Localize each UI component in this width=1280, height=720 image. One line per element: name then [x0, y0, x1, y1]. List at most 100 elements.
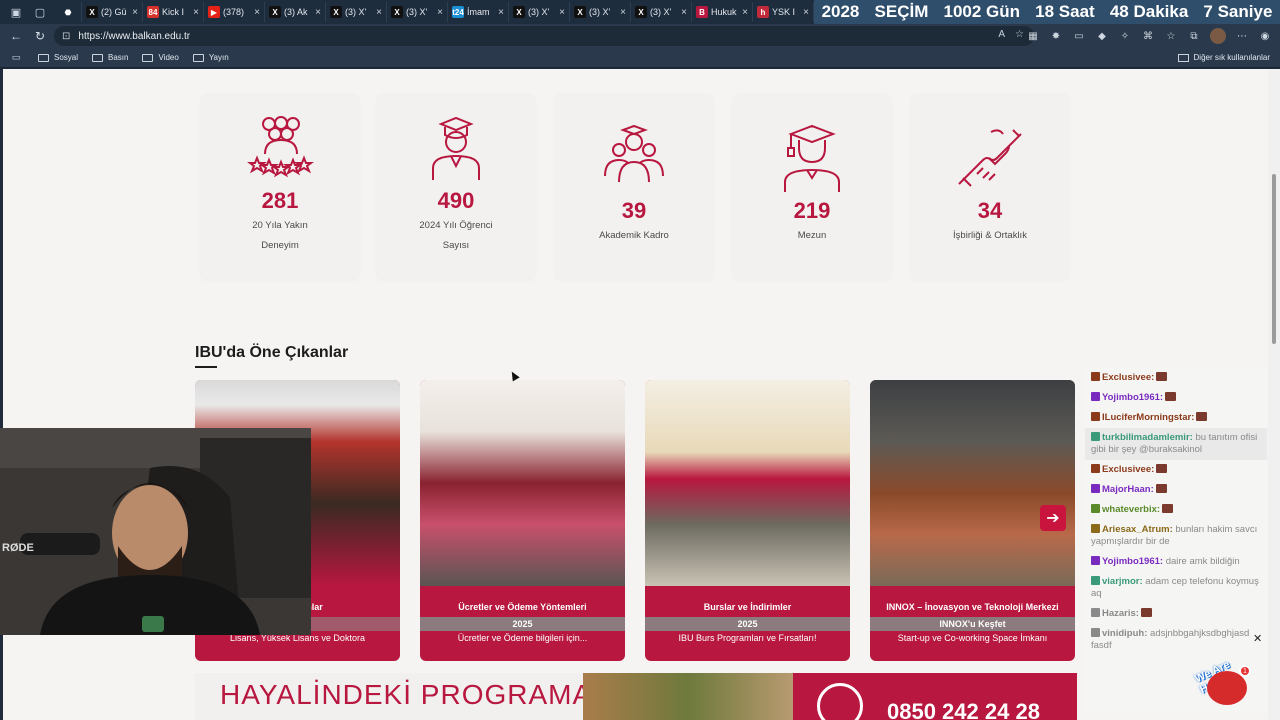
card-description: Ücretler ve Ödeme bilgileri için... [457, 633, 588, 643]
chat-username[interactable]: MajorHaan: [1102, 484, 1154, 495]
highlight-card[interactable]: Burslar ve İndirimler 2025 IBU Burs Prog… [645, 380, 850, 661]
tab-close-icon[interactable]: × [803, 7, 809, 18]
bookmark-folder[interactable]: Sosyal [38, 53, 78, 62]
highlight-card[interactable]: ➔ INNOX – İnovasyon ve Teknoloji Merkezi… [870, 380, 1075, 661]
collections-icon[interactable]: ⧉ [1187, 29, 1201, 43]
page-scrollbar[interactable] [1268, 69, 1280, 720]
emote-icon [1165, 392, 1177, 401]
stat-card: 281 20 Yıla Yakın Deneyim [201, 94, 359, 279]
scrollbar-thumb[interactable] [1272, 174, 1276, 344]
tab-close-icon[interactable]: × [132, 7, 138, 18]
chat-username[interactable]: Yojimbo1961: [1102, 556, 1163, 567]
tab-close-icon[interactable]: × [559, 7, 565, 18]
carousel-next-button[interactable]: ➔ [1040, 505, 1066, 531]
browser-tab[interactable]: h YSK I × [753, 2, 814, 22]
extension-icon[interactable]: ✸ [1049, 29, 1063, 43]
highlight-card[interactable]: Ücretler ve Ödeme Yöntemleri 2025 Ücretl… [420, 380, 625, 661]
tab-favicon-icon: t24 [452, 6, 464, 18]
browser-tab[interactable]: ⬣ [58, 2, 82, 22]
screen: ▣ ▢ ⬣ X (2) Gü × 84 Kick I × ▶ (378) × X (3) Ak × X (3… [0, 0, 1280, 720]
extensions-puzzle-icon[interactable]: ✧ [1118, 29, 1132, 43]
tab-close-icon[interactable]: × [254, 7, 260, 18]
bookmark-folder[interactable]: Yayın [192, 53, 229, 62]
stat-label: Akademik Kadro [599, 230, 669, 241]
stat-card: 219 Mezun [733, 94, 891, 279]
chat-username[interactable]: viarjmor: [1102, 576, 1143, 587]
program-banner[interactable]: HAYALİNDEKİ PROGRAMA 0850 242 24 28 [195, 673, 1077, 720]
chat-username[interactable]: Yojimbo1961: [1102, 392, 1163, 403]
graduate-icon [784, 124, 840, 192]
browser-tab[interactable]: ▶ (378) × [204, 2, 265, 22]
tab-close-icon[interactable]: × [681, 7, 687, 18]
tab-favicon-icon: X [391, 6, 403, 18]
tab-favicon-icon: X [269, 6, 281, 18]
chat-message: Exclusivee: [1085, 368, 1267, 388]
bookmark-label: Yayın [208, 53, 229, 62]
tab-close-icon[interactable]: × [193, 7, 199, 18]
bookmark-folder[interactable]: Basın [92, 53, 128, 62]
browser-tab[interactable]: X (3) X' × [387, 2, 448, 22]
browser-tab[interactable]: t24 İmam × [448, 2, 509, 22]
browser-tab[interactable]: X (3) X' × [631, 2, 692, 22]
extension-icon[interactable]: ▭ [1072, 29, 1086, 43]
read-aloud-icon[interactable]: A [998, 29, 1005, 40]
more-menu-icon[interactable]: ⋯ [1235, 29, 1249, 43]
browser-tab[interactable]: X (2) Gü × [82, 2, 143, 22]
tab-label: İmam [467, 7, 490, 17]
chat-username[interactable]: whateverbix: [1102, 504, 1160, 515]
tab-strip: ▣ ▢ ⬣ X (2) Gü × 84 Kick I × ▶ (378) × X (3) Ak × X (3… [0, 0, 1280, 24]
browser-tab[interactable]: B Hukuk × [692, 2, 753, 22]
browser-tab[interactable]: X (3) Ak × [265, 2, 326, 22]
streamer-webcam: RØDE [0, 428, 311, 635]
favorite-star-icon[interactable]: ☆ [1015, 29, 1024, 40]
user-badge-icon [1091, 432, 1100, 441]
stat-value: 34 [977, 198, 1003, 223]
tab-favicon-icon: ⬣ [62, 6, 74, 18]
folder-icon [192, 53, 204, 62]
lock-icon: ⊡ [62, 30, 71, 42]
chat-username[interactable]: vinidipuh: [1102, 628, 1147, 639]
stat-label: İşbirliği & Ortaklık [953, 230, 1027, 241]
group-stars-icon [247, 116, 314, 178]
chat-message: viarjmor: adam cep telefonu koymuş aq [1085, 572, 1267, 604]
tab-close-icon[interactable]: × [620, 7, 626, 18]
tab-close-icon[interactable]: × [315, 7, 321, 18]
tab-close-icon[interactable]: × [498, 7, 504, 18]
countdown-part: SEÇİM [874, 2, 929, 21]
workspaces-icon[interactable]: ▣ [8, 4, 24, 20]
extension-icon[interactable]: ▦ [1026, 29, 1040, 43]
chat-username[interactable]: turkbilimadamlemir: [1102, 432, 1193, 443]
chat-username[interactable]: Exclusivee: [1102, 372, 1154, 383]
favorites-panel-icon[interactable]: ▭ [8, 50, 24, 66]
bookmark-folder[interactable]: Video [142, 53, 179, 62]
stat-value: 281 [261, 188, 299, 213]
other-bookmarks[interactable]: Diğer sık kullanılanlar [1177, 53, 1270, 62]
tab-close-icon[interactable]: × [376, 7, 382, 18]
user-badge-icon [1091, 556, 1100, 565]
close-icon[interactable]: ✕ [1253, 632, 1262, 645]
chat-username[interactable]: Ariesax_Atrum: [1102, 524, 1173, 535]
tab-favicon-icon: X [513, 6, 525, 18]
browser-tab[interactable]: 84 Kick I × [143, 2, 204, 22]
browser-tab[interactable]: X (3) X' × [326, 2, 387, 22]
tab-close-icon[interactable]: × [742, 7, 748, 18]
bookmark-label: Sosyal [54, 53, 79, 62]
url-field[interactable]: ⊡ https://www.balkan.edu.tr A ☆ [54, 26, 1034, 46]
back-icon[interactable]: ← [8, 28, 24, 44]
chat-username[interactable]: Exclusivee: [1102, 464, 1154, 475]
browser-tab[interactable]: X (3) X' × [570, 2, 631, 22]
profile-avatar[interactable] [1210, 28, 1226, 44]
chat-message: ILuciferMorningstar: [1085, 408, 1267, 428]
split-screen-icon[interactable]: ⌘ [1141, 29, 1155, 43]
user-badge-icon [1091, 576, 1100, 585]
chat-username[interactable]: Hazaris: [1102, 608, 1139, 619]
chat-username[interactable]: ILuciferMorningstar: [1102, 412, 1194, 423]
browser-tab[interactable]: X (3) X' × [509, 2, 570, 22]
tab-actions-icon[interactable]: ▢ [32, 4, 48, 20]
extension-icon[interactable]: ◆ [1095, 29, 1109, 43]
overlay-badge: We Are Here! 1 [1193, 645, 1263, 705]
tab-close-icon[interactable]: × [437, 7, 443, 18]
copilot-icon[interactable]: ◉ [1258, 29, 1272, 43]
reload-icon[interactable]: ↻ [32, 28, 48, 44]
favorites-icon[interactable]: ☆ [1164, 29, 1178, 43]
